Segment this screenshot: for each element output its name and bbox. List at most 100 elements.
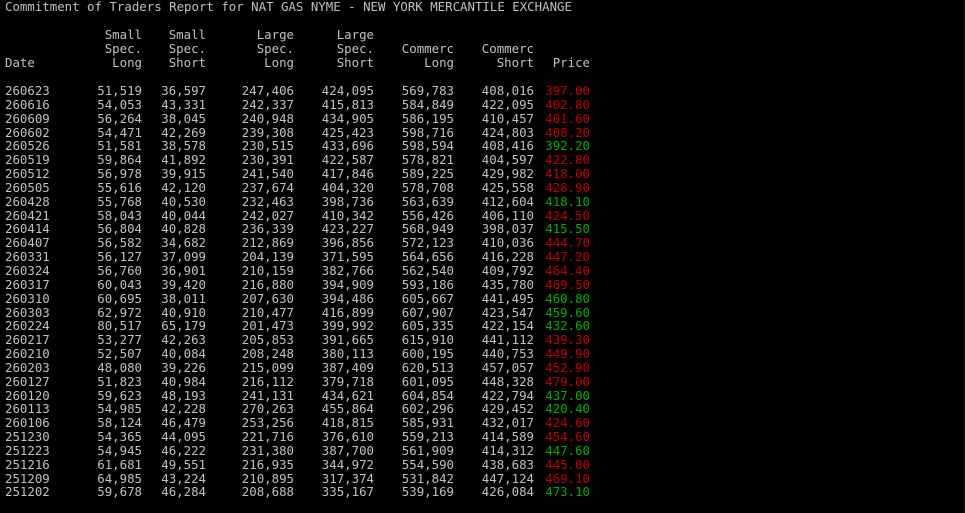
cell-large-spec-short: 380,113 — [321, 346, 374, 362]
table-row: 260120 59,623 48,193 241,131 434,621 604,854 4… — [0, 387, 620, 403]
cell-large-spec-short: 398,736 — [321, 193, 374, 209]
cell-small-spec-short: 40,828 — [161, 221, 206, 237]
cell-large-spec-long: 270,263 — [241, 401, 294, 417]
cell-price: 479.00 — [545, 373, 590, 389]
cell-price: 392.20 — [545, 138, 590, 154]
cell-commercial-short: 408,416 — [481, 138, 534, 154]
cell-commercial-short: 457,057 — [481, 359, 534, 375]
table-row: 260106 58,124 46,479 253,256 418,815 585,931 4… — [0, 416, 620, 430]
cell-commercial-long: 605,335 — [401, 318, 454, 334]
cell-date: 260407 — [5, 235, 50, 251]
cell-price: 432.60 — [545, 318, 590, 334]
cell-small-spec-short: 46,222 — [161, 442, 206, 458]
cell-price: 473.10 — [545, 484, 590, 500]
cell-date: 260113 — [5, 401, 50, 417]
cell-large-spec-long: 216,935 — [241, 456, 294, 472]
cell-large-spec-short: 387,409 — [321, 359, 374, 375]
cell-large-spec-short: 335,167 — [321, 484, 374, 500]
cell-commercial-short: 412,604 — [481, 193, 534, 209]
cell-commercial-short: 416,228 — [481, 249, 534, 265]
cell-large-spec-short: 399,992 — [321, 318, 374, 334]
cell-commercial-long: 554,590 — [401, 456, 454, 472]
cell-small-spec-short: 40,530 — [161, 193, 206, 209]
cell-large-spec-short: 410,342 — [321, 207, 374, 223]
cell-commercial-short: 409,792 — [481, 262, 534, 278]
header-lss-2: Spec. — [336, 41, 374, 56]
cell-price: 437.00 — [545, 387, 590, 403]
cell-large-spec-long: 221,716 — [241, 429, 294, 445]
header-price-1 — [534, 28, 590, 42]
cell-date: 251223 — [5, 442, 50, 458]
header-ssl-2: Spec. — [104, 41, 142, 56]
report-title: Commitment of Traders Report for NAT GAS… — [5, 0, 572, 14]
cell-large-spec-long: 237,674 — [241, 179, 294, 195]
cell-commercial-long: 572,123 — [401, 235, 454, 251]
table-row: 260303 62,972 40,910 210,477 416,899 607,907 4… — [0, 304, 620, 320]
cell-price: 469.50 — [545, 276, 590, 292]
cell-large-spec-long: 241,540 — [241, 166, 294, 182]
cell-small-spec-short: 40,084 — [161, 346, 206, 362]
header-cs-2: Commerc — [481, 41, 534, 56]
table-row: 251230 54,365 44,095 221,716 376,610 559,213 4… — [0, 430, 620, 444]
cell-small-spec-short: 40,044 — [161, 207, 206, 223]
cell-date: 260210 — [5, 346, 50, 362]
cell-small-spec-long: 58,124 — [97, 415, 142, 431]
terminal-window[interactable]: Commitment of Traders Report for NAT GAS… — [0, 0, 965, 513]
cell-commercial-long: 586,195 — [401, 110, 454, 126]
cell-large-spec-short: 394,909 — [321, 276, 374, 292]
table-row: 260217 53,277 42,263 205,853 391,665 615,910 4… — [0, 333, 620, 347]
table-row: 251202 59,678 46,284 208,688 335,167 539,169 4… — [0, 485, 620, 499]
cell-commercial-short: 447,124 — [481, 470, 534, 486]
cell-small-spec-long: 59,864 — [97, 152, 142, 168]
cell-small-spec-short: 48,193 — [161, 387, 206, 403]
cell-commercial-long: 564,656 — [401, 249, 454, 265]
header-cs-3: Short — [496, 55, 534, 70]
cell-date: 260203 — [5, 359, 50, 375]
cell-commercial-short: 440,753 — [481, 346, 534, 362]
cell-commercial-long: 607,907 — [401, 304, 454, 320]
cell-date: 251230 — [5, 429, 50, 445]
cell-small-spec-long: 54,053 — [97, 96, 142, 112]
cell-price: 418.10 — [545, 193, 590, 209]
cell-date: 260526 — [5, 138, 50, 154]
cell-date: 260217 — [5, 332, 50, 348]
cell-small-spec-long: 48,080 — [97, 359, 142, 375]
cell-large-spec-long: 242,337 — [241, 96, 294, 112]
cell-small-spec-short: 37,099 — [161, 249, 206, 265]
cell-large-spec-short: 379,718 — [321, 373, 374, 389]
cell-small-spec-short: 42,228 — [161, 401, 206, 417]
table-row: 260609 56,264 38,045 240,948 434,905 586,195 4… — [0, 110, 620, 126]
header-cl-3: Long — [424, 55, 454, 70]
cell-large-spec-long: 232,463 — [241, 193, 294, 209]
table-row: 260331 56,127 37,099 204,139 371,595 564,656 4… — [0, 250, 620, 264]
cell-commercial-short: 410,457 — [481, 110, 534, 126]
cell-large-spec-long: 241,131 — [241, 387, 294, 403]
table-row: 260519 59,864 41,892 230,391 422,587 578,821 4… — [0, 153, 620, 167]
cell-large-spec-long: 247,406 — [241, 83, 294, 98]
cell-small-spec-short: 38,578 — [161, 138, 206, 154]
cell-date: 260512 — [5, 166, 50, 182]
cell-commercial-long: 620,513 — [401, 359, 454, 375]
header-lss-3: Short — [336, 55, 374, 70]
cell-large-spec-long: 215,099 — [241, 359, 294, 375]
cell-date: 260602 — [5, 124, 50, 140]
cell-small-spec-long: 51,823 — [97, 373, 142, 389]
cell-commercial-short: 422,794 — [481, 387, 534, 403]
cell-large-spec-short: 404,320 — [321, 179, 374, 195]
cell-date: 260616 — [5, 96, 50, 112]
table-row: 260505 55,616 42,120 237,674 404,320 578,708 4… — [0, 179, 620, 195]
cell-date: 260120 — [5, 387, 50, 403]
header-date-1 — [5, 28, 65, 42]
table-row: 260428 55,768 40,530 232,463 398,736 563,639 4… — [0, 193, 620, 209]
cell-commercial-short: 410,036 — [481, 235, 534, 251]
cell-small-spec-short: 65,179 — [161, 318, 206, 334]
cell-large-spec-short: 424,095 — [321, 83, 374, 98]
cell-price: 424.60 — [545, 415, 590, 431]
cell-price: 420.40 — [545, 401, 590, 417]
cell-commercial-long: 539,169 — [401, 484, 454, 500]
cell-large-spec-long: 230,391 — [241, 152, 294, 168]
cell-commercial-short: 448,328 — [481, 373, 534, 389]
cell-commercial-short: 422,154 — [481, 318, 534, 334]
cell-large-spec-short: 344,972 — [321, 456, 374, 472]
cell-price: 469.10 — [545, 470, 590, 486]
